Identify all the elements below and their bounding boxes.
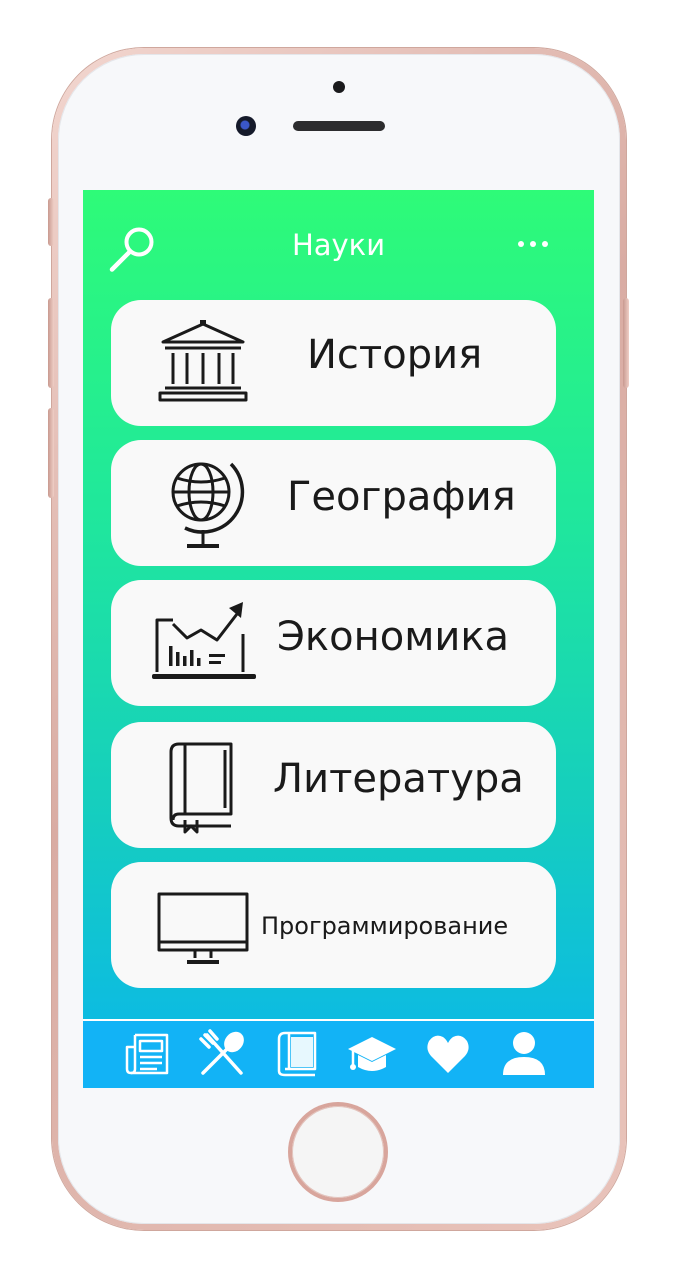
subject-card-programming[interactable]: Программирование	[111, 862, 556, 988]
fork-spoon-icon[interactable]	[197, 1029, 247, 1079]
growth-chart-laptop-icon	[152, 602, 256, 679]
volume-down-button	[48, 408, 54, 498]
subject-card-literature[interactable]: Литература	[111, 722, 556, 848]
newspaper-icon[interactable]	[123, 1029, 173, 1079]
front-camera	[236, 116, 256, 136]
app-header: Науки	[83, 190, 594, 300]
computer-monitor-icon	[157, 892, 249, 964]
app-screen: Науки История География Экономика Литера…	[83, 190, 594, 1088]
more-horizontal-icon[interactable]	[513, 236, 553, 252]
museum-building-icon	[158, 320, 248, 402]
subject-label: География	[287, 474, 516, 520]
heart-icon[interactable]	[423, 1029, 473, 1079]
bottom-tab-bar	[83, 1019, 594, 1088]
subject-label: Литература	[273, 756, 524, 802]
volume-up-button	[48, 298, 54, 388]
globe-icon	[171, 462, 245, 548]
book-icon	[169, 742, 233, 834]
power-button	[623, 298, 629, 388]
earpiece-speaker	[293, 121, 385, 131]
user-icon[interactable]	[499, 1029, 549, 1079]
mute-switch	[48, 198, 54, 246]
subject-label: История	[307, 332, 483, 378]
subject-label: Программирование	[261, 912, 509, 940]
subject-card-history[interactable]: История	[111, 300, 556, 426]
graduation-cap-icon[interactable]	[347, 1029, 397, 1079]
subject-label: Экономика	[277, 614, 510, 660]
home-button[interactable]	[292, 1106, 384, 1198]
book-icon[interactable]	[273, 1029, 323, 1079]
proximity-sensor	[333, 81, 345, 93]
subject-card-geography[interactable]: География	[111, 440, 556, 566]
subject-card-economics[interactable]: Экономика	[111, 580, 556, 706]
